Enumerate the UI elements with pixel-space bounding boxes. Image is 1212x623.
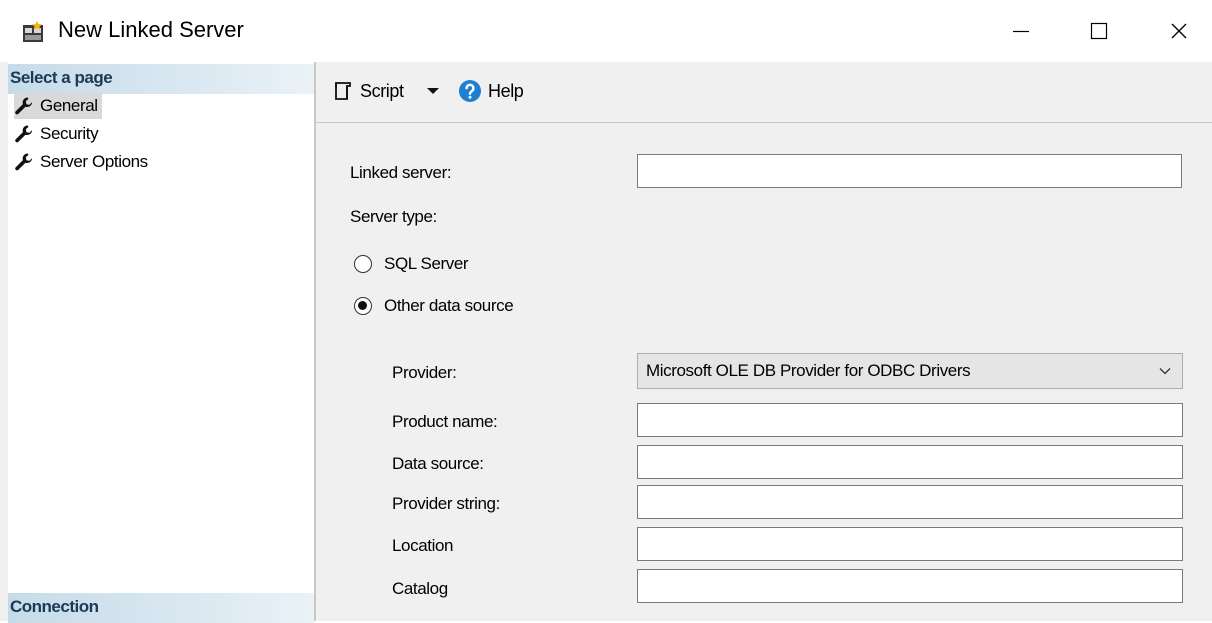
server-type-label: Server type: [350, 207, 437, 226]
catalog-label: Catalog [392, 579, 448, 598]
page-selector-pane: Select a page General Security Server Op… [8, 62, 316, 623]
sidebar-item-general[interactable]: General [14, 93, 102, 119]
script-icon [335, 82, 351, 100]
app-icon [23, 21, 43, 42]
product-name-input[interactable] [637, 403, 1183, 437]
data-source-input[interactable] [637, 445, 1183, 479]
sidebar-item-label: General [40, 96, 98, 115]
radio-button[interactable] [354, 255, 372, 273]
window-title: New Linked Server [58, 17, 244, 42]
location-input[interactable] [637, 527, 1183, 561]
data-source-label: Data source: [392, 454, 484, 473]
product-name-label: Product name: [392, 412, 498, 431]
location-label: Location [392, 536, 454, 555]
connection-header: Connection [8, 593, 314, 623]
help-label: Help [488, 80, 524, 101]
provider-string-label: Provider string: [392, 494, 500, 513]
script-button[interactable]: Script [332, 78, 404, 104]
general-page-form: Linked server: Server type: SQL Server O… [316, 123, 1212, 621]
minimize-icon [1013, 30, 1029, 33]
sidebar-item-security[interactable]: Security [14, 121, 102, 147]
title-bar: New Linked Server [0, 0, 1212, 62]
toolbar: Script Help [316, 62, 1212, 123]
provider-select[interactable]: Microsoft OLE DB Provider for ODBC Drive… [637, 353, 1183, 389]
radio-button-selected[interactable] [354, 297, 372, 315]
provider-value: Microsoft OLE DB Provider for ODBC Drive… [646, 361, 971, 380]
wrench-icon [15, 97, 33, 115]
chevron-down-icon [1159, 368, 1171, 375]
select-page-header: Select a page [8, 64, 314, 94]
wrench-icon [15, 125, 33, 143]
help-button[interactable]: Help [458, 78, 524, 104]
sidebar-item-label: Server Options [40, 152, 148, 171]
sidebar-item-server-options[interactable]: Server Options [14, 149, 152, 175]
provider-string-input[interactable] [637, 485, 1183, 519]
dropdown-arrow-icon [427, 88, 439, 94]
script-dropdown-button[interactable] [426, 78, 440, 104]
close-icon [1171, 23, 1187, 39]
maximize-icon [1090, 22, 1108, 40]
minimize-button[interactable] [990, 0, 1052, 62]
wrench-icon [15, 153, 33, 171]
close-button[interactable] [1148, 0, 1210, 62]
linked-server-label: Linked server: [350, 163, 452, 182]
radio-other-data-source-label: Other data source [384, 296, 514, 315]
provider-label: Provider: [392, 363, 457, 382]
new-linked-server-window: New Linked Server Select a page General [0, 0, 1212, 623]
radio-sql-server[interactable]: SQL Server [354, 254, 469, 274]
catalog-input[interactable] [637, 569, 1183, 603]
radio-sql-server-label: SQL Server [384, 254, 469, 273]
radio-other-data-source[interactable]: Other data source [354, 296, 514, 316]
linked-server-input[interactable] [637, 154, 1182, 188]
sidebar-item-label: Security [40, 124, 99, 143]
script-label: Script [360, 80, 404, 101]
maximize-button[interactable] [1068, 0, 1130, 62]
help-icon [459, 80, 481, 102]
